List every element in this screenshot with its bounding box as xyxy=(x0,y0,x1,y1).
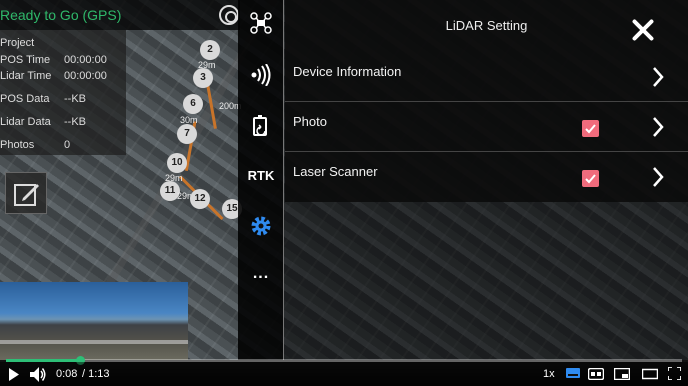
theater-mode-icon[interactable] xyxy=(642,368,658,380)
crosshair-icon[interactable] xyxy=(219,5,239,25)
drone-icon[interactable] xyxy=(238,12,284,39)
laser-scanner-checkbox[interactable] xyxy=(582,170,599,187)
fullscreen-icon[interactable] xyxy=(668,367,681,380)
waypoint-marker[interactable]: 7 xyxy=(177,124,197,144)
info-row-project: Project xyxy=(0,37,126,53)
chevron-right-icon[interactable] xyxy=(651,66,665,88)
gear-icon[interactable] xyxy=(238,215,284,242)
volume-icon[interactable] xyxy=(30,367,46,382)
tool-sidebar: RTK ... xyxy=(238,0,284,360)
info-label: Lidar Time xyxy=(0,70,52,82)
info-label: Photos xyxy=(0,139,35,151)
chevron-right-icon[interactable] xyxy=(651,166,665,188)
miniplayer-icon[interactable] xyxy=(614,368,630,380)
info-row-lidar-data: Lidar Data --KB xyxy=(0,116,126,132)
info-label: POS Data xyxy=(0,93,50,105)
info-label: POS Time xyxy=(0,54,51,66)
row-label: Photo xyxy=(293,114,327,129)
play-icon[interactable] xyxy=(8,368,20,381)
lidar-settings-panel: LiDAR Setting Device Information Photo L… xyxy=(285,0,688,202)
edit-button[interactable] xyxy=(5,172,47,214)
video-player: { "gps_status": "Ready to Go (GPS)", "in… xyxy=(0,0,688,386)
info-label: Lidar Data xyxy=(0,116,51,128)
chevron-right-icon[interactable] xyxy=(651,116,665,138)
checkmark-icon xyxy=(585,174,596,184)
video-controls: 0:08 / 1:13 1x xyxy=(0,362,688,386)
row-label: Device Information xyxy=(293,64,402,79)
info-row-photos: Photos 0 xyxy=(0,139,126,155)
info-row-pos-time: POS Time 00:00:00 xyxy=(0,54,126,70)
row-label: Laser Scanner xyxy=(293,164,378,179)
subtitles-icon[interactable] xyxy=(566,368,580,380)
settings-row-photo[interactable]: Photo xyxy=(285,102,688,152)
playback-speed-button[interactable]: 1x xyxy=(543,368,555,380)
info-label: Project xyxy=(0,37,35,49)
settings-row-laser-scanner[interactable]: Laser Scanner xyxy=(285,152,688,202)
info-value: 0 xyxy=(64,139,71,151)
waypoint-marker[interactable]: 6 xyxy=(183,94,203,114)
total-time: / 1:13 xyxy=(82,368,110,380)
panel-title: LiDAR Setting xyxy=(445,18,528,33)
info-row-lidar-time: Lidar Time 00:00:00 xyxy=(0,70,126,86)
waypoint-marker[interactable]: 3 xyxy=(193,68,213,88)
info-value: 00:00:00 xyxy=(64,70,107,82)
waypoint-marker[interactable]: 10 xyxy=(167,153,187,173)
waypoint-marker[interactable]: 12 xyxy=(190,189,210,209)
current-time: 0:08 xyxy=(56,368,78,380)
info-value: --KB xyxy=(64,116,86,128)
info-value: --KB xyxy=(64,93,86,105)
rtk-button[interactable]: RTK xyxy=(238,168,284,183)
settings-row-device-information[interactable]: Device Information xyxy=(285,52,688,102)
close-icon[interactable] xyxy=(631,18,655,42)
waypoint-marker[interactable]: 2 xyxy=(200,40,220,60)
checkmark-icon xyxy=(585,124,596,134)
edit-icon xyxy=(14,184,39,206)
gps-status-text: Ready to Go (GPS) xyxy=(0,7,122,23)
camera-preview[interactable] xyxy=(0,282,188,360)
info-row-pos-data: POS Data --KB xyxy=(0,93,126,109)
lidar-info-panel: Project POS Time 00:00:00 Lidar Time 00:… xyxy=(0,30,126,155)
battery-icon[interactable] xyxy=(238,115,284,142)
lidar-signal-icon[interactable] xyxy=(238,63,284,91)
photo-checkbox[interactable] xyxy=(582,120,599,137)
info-value: 00:00:00 xyxy=(64,54,107,66)
more-icon[interactable]: ... xyxy=(238,265,284,283)
closed-captions-icon[interactable] xyxy=(588,368,604,380)
